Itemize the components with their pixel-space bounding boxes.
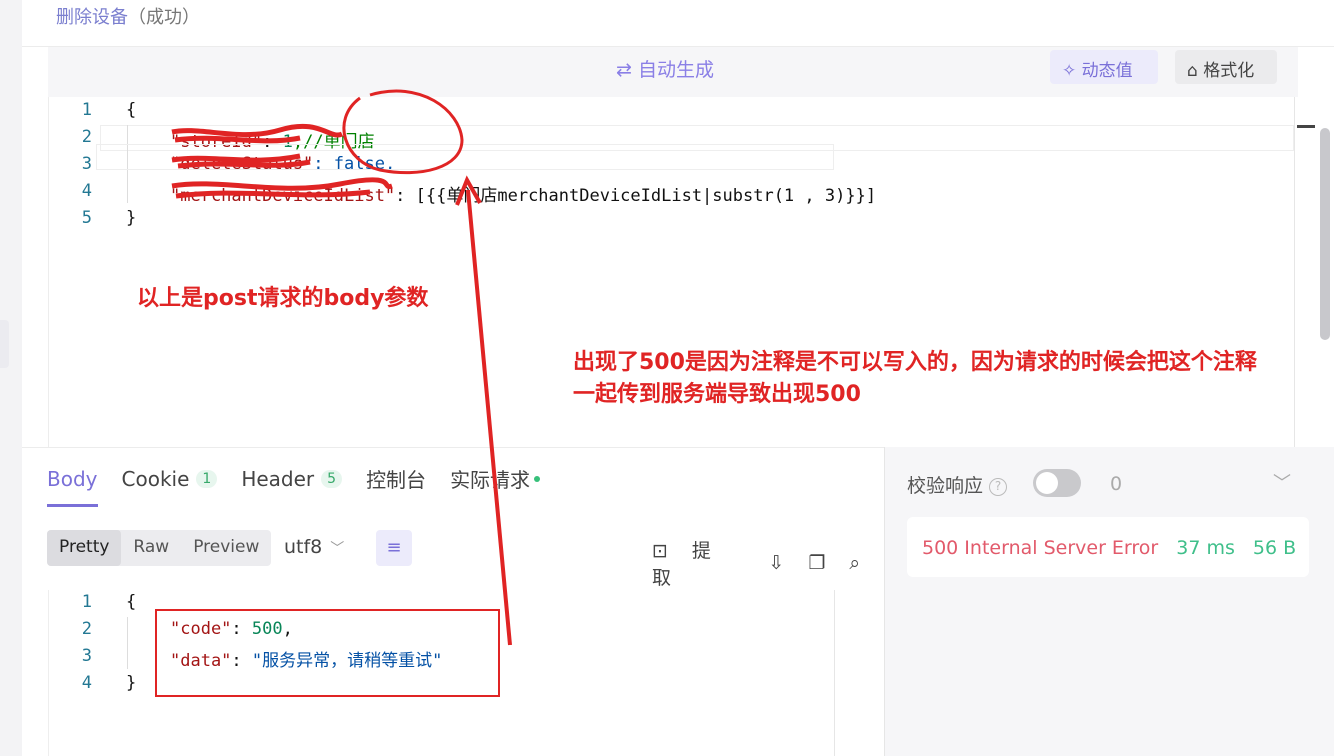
sidebar-handle[interactable] (0, 320, 9, 368)
tab-label: Cookie (121, 466, 190, 491)
step-status: （成功） (128, 7, 200, 28)
code-line-4: "merchantDeviceIdList": [{{单门店merchantDe… (170, 181, 876, 206)
device-list-open: : [{{ (395, 186, 447, 206)
count-badge: 1 (196, 469, 218, 488)
tab-console[interactable]: 控制台 (366, 464, 426, 493)
response-body-viewer[interactable] (48, 590, 856, 756)
line-number: 1 (81, 592, 92, 612)
copy-icon[interactable]: ❐ (808, 552, 825, 574)
device-list-expr: 单门店merchantDeviceIdList|substr(1 , 3)}}] (446, 186, 877, 206)
editor-toolbar: ⇄ 自动生成 ✧ 动态值 ⌂ 格式化 (48, 47, 1298, 97)
count-badge: 5 (321, 469, 343, 488)
line-number: 5 (81, 208, 92, 228)
code-key: "code" (170, 619, 232, 639)
device-list-key: "merchantDeviceIdList" (170, 186, 396, 206)
verify-toggle[interactable] (1033, 469, 1081, 497)
code-line-1: { (126, 100, 137, 120)
verify-label-row: 校验响应? (907, 471, 1008, 498)
verify-panel: 校验响应? 0 ﹀ 500 Internal Server Error 37 ms… (884, 447, 1334, 756)
broom-icon: ⌂ (1187, 61, 1204, 81)
line-number: 4 (81, 673, 92, 693)
step-name: 删除设备 (56, 7, 128, 28)
view-raw[interactable]: Raw (121, 530, 181, 566)
verify-count: 0 (1110, 473, 1123, 495)
indent-guide (127, 617, 128, 669)
tab-actual-request[interactable]: 实际请求 (450, 464, 541, 493)
response-size: 56 B (1252, 537, 1297, 559)
resp-line-3: "data": "服务异常，请稍等重试" (170, 651, 443, 671)
tab-header[interactable]: Header 5 (241, 464, 343, 493)
line-number: 2 (81, 127, 92, 147)
step-title[interactable]: 删除设备（成功） (56, 3, 200, 29)
toggle-knob (1036, 472, 1058, 494)
tab-label: Header (241, 466, 315, 491)
download-icon[interactable]: ⇩ (768, 552, 784, 574)
current-line-highlight (96, 144, 834, 170)
format-label: 格式化 (1203, 61, 1255, 81)
dynamic-value-button[interactable]: ✧ 动态值 (1050, 50, 1158, 84)
status-code: 500 Internal Server Error (922, 537, 1159, 559)
encoding-value: utf8 (284, 536, 323, 558)
wrap-lines-icon: ≡ (386, 537, 402, 558)
format-button[interactable]: ⌂ 格式化 (1175, 50, 1277, 84)
code-line-5: } (126, 208, 137, 228)
response-panel: Body Cookie 1 Header 5 控制台 实际请求 Pretty Raw… (22, 447, 884, 756)
line-number: 1 (81, 100, 92, 120)
wrap-toggle-button[interactable]: ≡ (376, 530, 412, 566)
extract-icon: ⊡ (652, 540, 668, 562)
line-number: 3 (81, 154, 92, 174)
status-dot-icon (534, 475, 541, 482)
data-value: "服务异常，请稍等重试" (251, 651, 443, 671)
chevron-down-icon[interactable]: ﹀ (1273, 469, 1291, 495)
left-gutter (0, 0, 22, 756)
code-value: 500 (251, 619, 283, 639)
view-preview[interactable]: Preview (181, 530, 271, 566)
extract-button[interactable]: ⊡ 提取 (652, 536, 744, 590)
annotation-error-reason: 出现了500是因为注释是不可以写入的，因为请求的时候会把这个注释一起传到服务端导… (573, 350, 1257, 407)
tab-label: Body (47, 466, 98, 491)
line-number: 3 (81, 646, 92, 666)
response-scrollbar[interactable] (834, 590, 858, 756)
tab-label: 实际请求 (450, 468, 531, 492)
view-mode-switch: Pretty Raw Preview (47, 530, 272, 566)
auto-generate-button[interactable]: ⇄ 自动生成 (616, 55, 714, 82)
verify-label: 校验响应 (907, 475, 984, 497)
auto-generate-label: 自动生成 (637, 59, 714, 81)
resp-line-1: { (126, 592, 137, 612)
chevron-down-icon: ﹀ (330, 541, 345, 557)
help-icon[interactable]: ? (989, 478, 1008, 496)
response-tabs: Body Cookie 1 Header 5 控制台 实际请求 (47, 464, 564, 507)
magic-wand-icon: ✧ (1062, 61, 1082, 81)
data-key: "data" (170, 651, 232, 671)
view-pretty[interactable]: Pretty (47, 530, 122, 566)
encoding-select[interactable]: utf8 ﹀ (284, 536, 344, 558)
annotation-body-params: 以上是post请求的body参数 (137, 286, 429, 311)
page-scrollbar[interactable] (1320, 128, 1330, 340)
refresh-icon: ⇄ (616, 59, 638, 81)
app-window: 删除设备（成功） ⇄ 自动生成 ✧ 动态值 ⌂ 格式化 1 2 3 4 5 { … (0, 0, 1334, 756)
line-number: 4 (81, 181, 92, 201)
response-status-card: 500 Internal Server Error 37 ms 56 B (907, 517, 1309, 577)
dynamic-value-label: 动态值 (1081, 61, 1133, 81)
response-time: 37 ms (1176, 537, 1235, 559)
tab-body[interactable]: Body (47, 464, 98, 507)
cursor-marker (1297, 125, 1315, 128)
search-icon[interactable]: ⌕ (849, 552, 860, 574)
line-number: 2 (81, 619, 92, 639)
tab-label: 控制台 (366, 468, 427, 492)
tab-cookie[interactable]: Cookie 1 (122, 464, 218, 493)
resp-line-2: "code": 500, (170, 619, 293, 639)
editor-scrollbar[interactable] (1294, 97, 1316, 447)
response-tools: ⊡ 提取 ⇩ ❐ ⌕ (652, 536, 884, 590)
resp-line-4: } (126, 673, 137, 693)
